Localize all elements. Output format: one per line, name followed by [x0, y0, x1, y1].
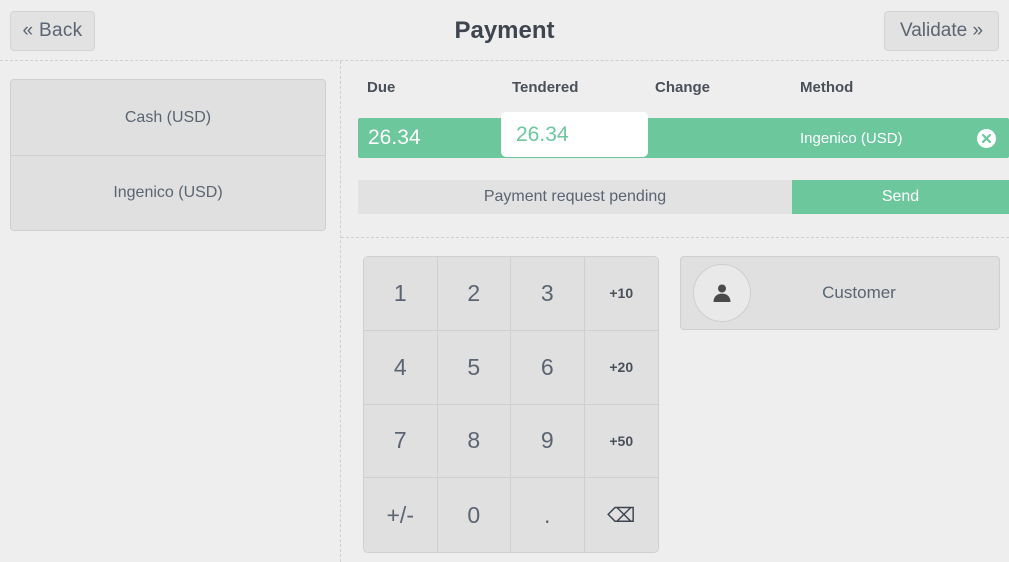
payment-lines-section: Due Tendered Change Method 26.34 Ingenic… [341, 61, 1009, 238]
payment-line-due-value: 26.34 [368, 126, 421, 149]
customer-button[interactable]: Customer [680, 256, 1000, 330]
validate-button[interactable]: Validate » [884, 11, 999, 51]
payment-method-ingenico[interactable]: Ingenico (USD) [11, 155, 325, 230]
numpad: 1 2 3 +10 4 5 6 +20 7 8 9 +50 +/- 0. ⌫ [363, 256, 659, 553]
customer-label: Customer [822, 283, 896, 302]
column-header-due: Due [367, 79, 396, 96]
numpad-key-sign[interactable]: +/- [364, 478, 438, 552]
numpad-key-8[interactable]: 8 [437, 404, 511, 479]
numpad-key-5[interactable]: 5 [437, 330, 511, 405]
send-button[interactable]: Send [792, 180, 1009, 214]
numpad-key-6[interactable]: 6 [511, 330, 585, 405]
close-circle-icon[interactable] [977, 129, 996, 148]
payment-line-method-value: Ingenico (USD) [800, 129, 903, 147]
page-title: Payment [454, 16, 555, 44]
numpad-key-7[interactable]: 7 [364, 404, 438, 479]
numpad-key-9[interactable]: 9 [511, 404, 585, 479]
numpad-key-decimal[interactable]: . [511, 478, 585, 552]
payment-lines-header: Due Tendered Change Method [341, 79, 1009, 105]
numpad-key-plus10[interactable]: +10 [584, 257, 658, 331]
payment-method-cash[interactable]: Cash (USD) [11, 80, 325, 155]
payment-status-bar: Payment request pending Send [358, 180, 1009, 214]
numpad-key-1[interactable]: 1 [364, 257, 438, 331]
numpad-key-backspace[interactable]: ⌫ [584, 478, 658, 552]
column-header-method: Method [800, 79, 854, 96]
numpad-key-2[interactable]: 2 [437, 257, 511, 331]
numpad-key-3[interactable]: 3 [511, 257, 585, 331]
payment-method-list: Cash (USD) Ingenico (USD) [10, 79, 326, 231]
numpad-key-0[interactable]: 0 [437, 478, 511, 552]
numpad-key-plus50[interactable]: +50 [584, 404, 658, 479]
numpad-key-plus20[interactable]: +20 [584, 330, 658, 405]
back-button[interactable]: « Back [10, 11, 95, 51]
tendered-amount-input[interactable] [501, 112, 648, 157]
payment-line-row[interactable]: 26.34 Ingenico (USD) [358, 112, 1009, 158]
column-header-change: Change [655, 79, 711, 96]
payment-status-text: Payment request pending [358, 180, 792, 214]
app-header: Payment « Back Validate » [0, 0, 1009, 61]
column-header-tendered: Tendered [512, 79, 579, 96]
numpad-key-4[interactable]: 4 [364, 330, 438, 405]
